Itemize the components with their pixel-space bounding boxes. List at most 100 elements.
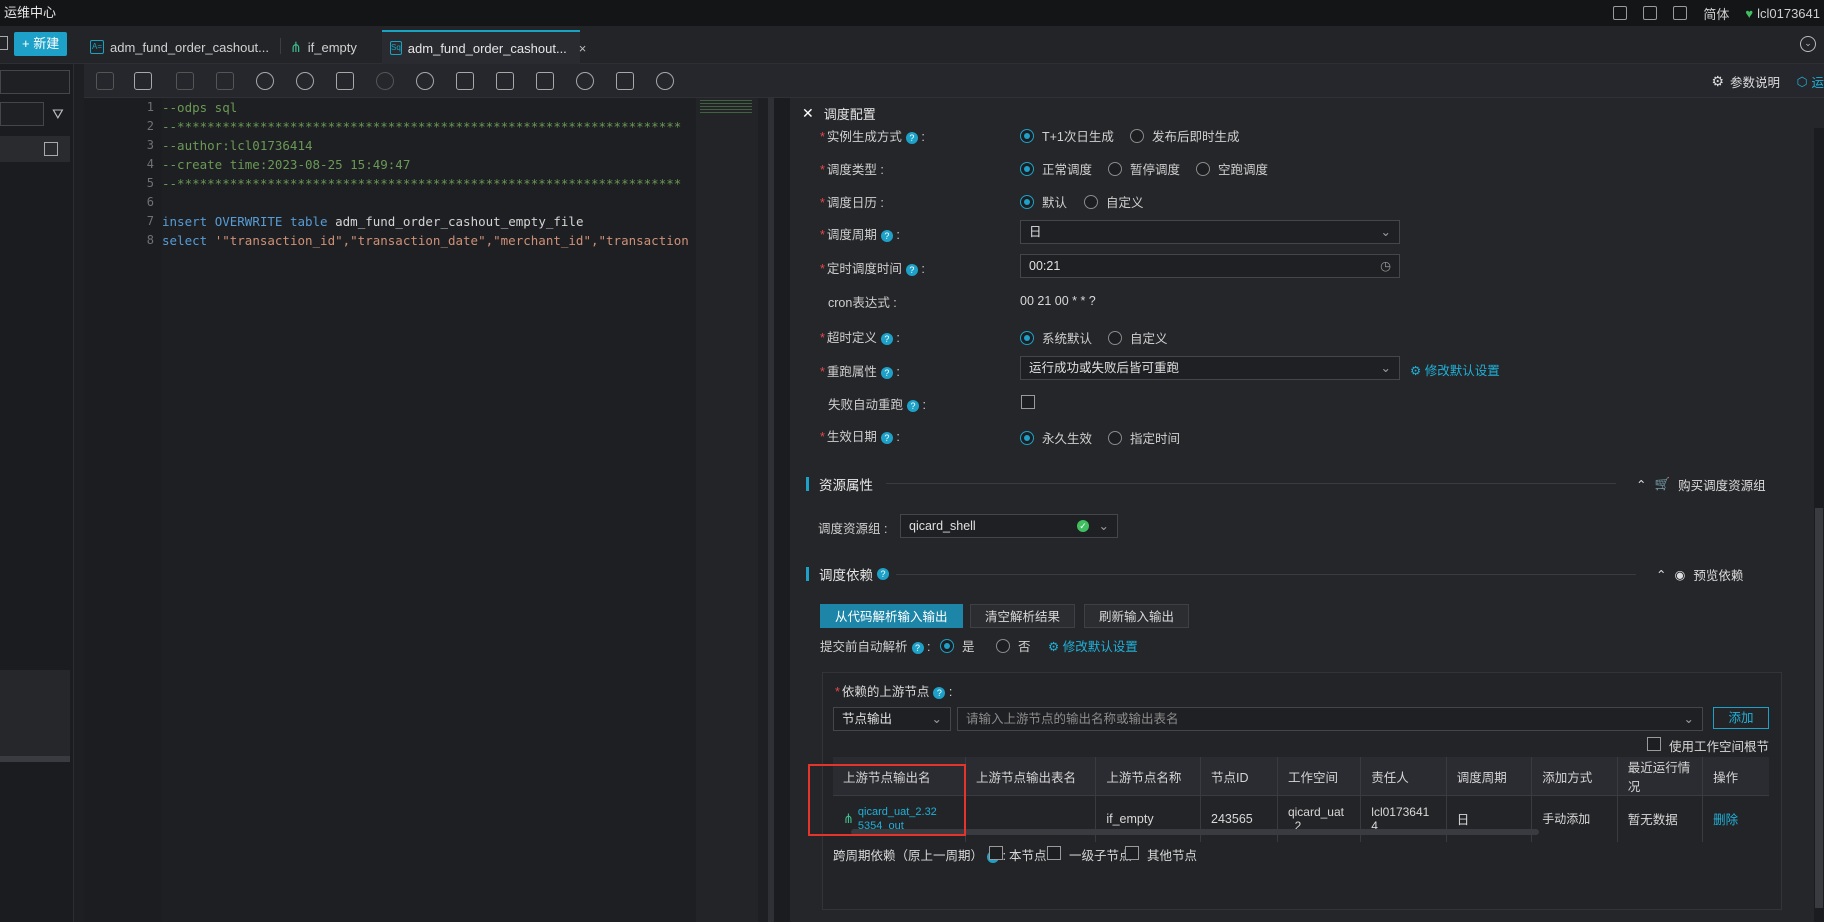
sidebar-filter-input[interactable] (0, 102, 44, 126)
node-output-select[interactable]: 节点输出 ⌄ (833, 707, 951, 731)
section-dependency: 调度依赖? (806, 564, 889, 584)
auto-rerun-checkbox[interactable] (1021, 395, 1035, 409)
cross-other-label: 其他节点 (1147, 849, 1198, 863)
parse-io-button[interactable]: 从代码解析输入输出 (820, 604, 963, 628)
submit-icon[interactable] (176, 72, 194, 90)
minimap-preview (700, 100, 752, 114)
gear-icon: ⚙ (1048, 640, 1060, 654)
use-root-checkbox[interactable] (1647, 737, 1661, 751)
unlock-icon[interactable] (216, 72, 234, 90)
tools-icon[interactable] (616, 72, 634, 90)
language-switch[interactable]: 简体 (1703, 4, 1729, 23)
sidebar-panel (0, 670, 70, 756)
param-desc-button[interactable]: ⚙ 参数说明 (1711, 72, 1780, 91)
refresh-io-button[interactable]: 刷新输入输出 (1084, 604, 1190, 628)
panel-scrollbar-thumb[interactable] (1815, 508, 1823, 908)
auto-parse-label: 提交前自动解析? : (820, 640, 931, 654)
radio-specified[interactable]: 指定时间 (1108, 428, 1180, 447)
search-icon[interactable] (1673, 6, 1688, 20)
radio-sys-default[interactable]: 系统默认 (1020, 328, 1092, 347)
radio-timeout-custom[interactable]: 自定义 (1108, 328, 1168, 347)
auto-parse-modify-link[interactable]: ⚙ 修改默认设置 (1048, 636, 1138, 655)
editor-toolbar: ⚙ 参数说明 ⬡ 运 (84, 64, 1824, 98)
format-icon[interactable] (496, 72, 514, 90)
clear-parse-button[interactable]: 清空解析结果 (970, 604, 1076, 628)
upstream-label: * 依赖的上游节点? : (835, 685, 953, 699)
rerun-label: * 重跑属性? : (820, 365, 900, 379)
code-line: --create time:2023-08-25 15:49:47 (162, 157, 411, 172)
period-label: * 调度周期? : (820, 228, 900, 242)
code-line: select '"transaction_id","transaction_da… (162, 233, 689, 248)
radio-dryrun[interactable]: 空跑调度 (1196, 159, 1268, 178)
stamp-icon[interactable] (536, 72, 554, 90)
sidebar-search-input[interactable] (0, 70, 70, 94)
radio-permanent[interactable]: 永久生效 (1020, 428, 1092, 447)
radio-t1[interactable]: T+1次日生成 (1020, 126, 1114, 145)
cross-child-checkbox[interactable] (1047, 846, 1061, 860)
refresh-icon[interactable] (416, 72, 434, 90)
collapse-icon[interactable] (0, 36, 8, 50)
minimap[interactable] (696, 98, 758, 922)
new-button[interactable]: + 新建 (14, 32, 68, 56)
code-line: --**************************************… (162, 119, 682, 134)
chevron-down-icon: ⌄ (1380, 225, 1391, 239)
tab-divider (280, 38, 281, 54)
close-icon[interactable]: ✕ (802, 105, 814, 122)
upstream-search-input[interactable]: 请输入上游节点的输出名称或输出表名 ⌄ (957, 707, 1703, 731)
radio-normal[interactable]: 正常调度 (1020, 159, 1092, 178)
save-icon[interactable] (96, 72, 114, 90)
tab-adm-fund-1[interactable]: A= adm_fund_order_cashout... (82, 30, 277, 64)
stop-icon[interactable] (376, 72, 394, 90)
radio-default[interactable]: 默认 (1020, 192, 1067, 211)
sql-file-icon: Sq (390, 41, 402, 55)
close-tab-icon[interactable]: × (579, 41, 587, 56)
splitter[interactable] (774, 98, 790, 922)
rerun-select[interactable]: 运行成功或失败后皆可重跑 ⌄ (1020, 356, 1400, 380)
time-input[interactable]: 00:21 ◷ (1020, 254, 1400, 278)
preview-eye-icon[interactable] (576, 72, 594, 90)
save-as-icon[interactable] (134, 72, 152, 90)
notification-icon[interactable] (1613, 6, 1628, 20)
check-icon[interactable] (456, 72, 474, 90)
chevron-down-icon[interactable]: ⌄ (1800, 36, 1816, 52)
period-select[interactable]: 日 ⌄ (1020, 220, 1400, 244)
radio-custom[interactable]: 自定义 (1084, 192, 1144, 211)
panel-header: ✕ 调度配置 (790, 98, 1824, 128)
grid-icon[interactable] (44, 142, 58, 156)
radio-no[interactable]: 否 (996, 636, 1031, 655)
preview-deps-button[interactable]: ⌃ ◉ 预览依赖 (1656, 565, 1743, 584)
cross-self-checkbox[interactable] (989, 846, 1003, 860)
radio-pause[interactable]: 暂停调度 (1108, 159, 1180, 178)
tab-adm-fund-active[interactable]: Sq adm_fund_order_cashout... × (382, 30, 586, 64)
last-run-cell: 暂无数据 (1617, 795, 1704, 842)
cross-other-checkbox[interactable] (1125, 846, 1139, 860)
section-resource: 资源属性 (806, 474, 873, 494)
table-header-row: 上游节点输出名 上游节点输出表名 上游节点名称 节点ID 工作空间 责任人 调度… (833, 757, 1769, 796)
col-header: 添加方式 (1531, 757, 1618, 796)
col-header: 工作空间 (1277, 757, 1362, 796)
cost-icon[interactable] (256, 72, 274, 90)
code-editor[interactable]: 1 2 3 4 5 6 7 8 --odps sql --***********… (84, 98, 774, 922)
add-button[interactable]: 添加 (1713, 707, 1769, 729)
left-sidebar: ⛛ (0, 64, 74, 922)
resource-group-select[interactable]: qicard_shell ✓ ⌄ (900, 514, 1118, 538)
tab-if-empty[interactable]: ⋔ if_empty (282, 30, 365, 64)
run-icon[interactable] (296, 72, 314, 90)
delete-link[interactable]: 删除 (1702, 795, 1769, 842)
line-number: 6 (146, 195, 154, 209)
identifier: adm_fund_order_cashout_empty_file (335, 214, 584, 229)
chevron-down-icon: ⌄ (1380, 361, 1391, 375)
cart-icon: 🛒 (1654, 477, 1671, 491)
sidebar-divider (0, 756, 70, 762)
radio-yes[interactable]: 是 (940, 636, 975, 655)
lineage-icon[interactable] (656, 72, 674, 90)
buy-resource-button[interactable]: ⌃ 🛒 购买调度资源组 (1636, 475, 1766, 494)
ops-button[interactable]: ⬡ 运 (1797, 72, 1824, 91)
run-with-params-icon[interactable] (336, 72, 354, 90)
filter-icon[interactable]: ⛛ (52, 106, 64, 123)
radio-instant[interactable]: 发布后即时生成 (1130, 126, 1240, 145)
user-menu[interactable]: ♥ lcl0173641 (1745, 6, 1820, 21)
upload-icon[interactable] (1643, 6, 1658, 20)
add-method-cell: 手动添加 (1531, 795, 1618, 842)
rerun-modify-link[interactable]: ⚙ 修改默认设置 (1410, 360, 1500, 379)
